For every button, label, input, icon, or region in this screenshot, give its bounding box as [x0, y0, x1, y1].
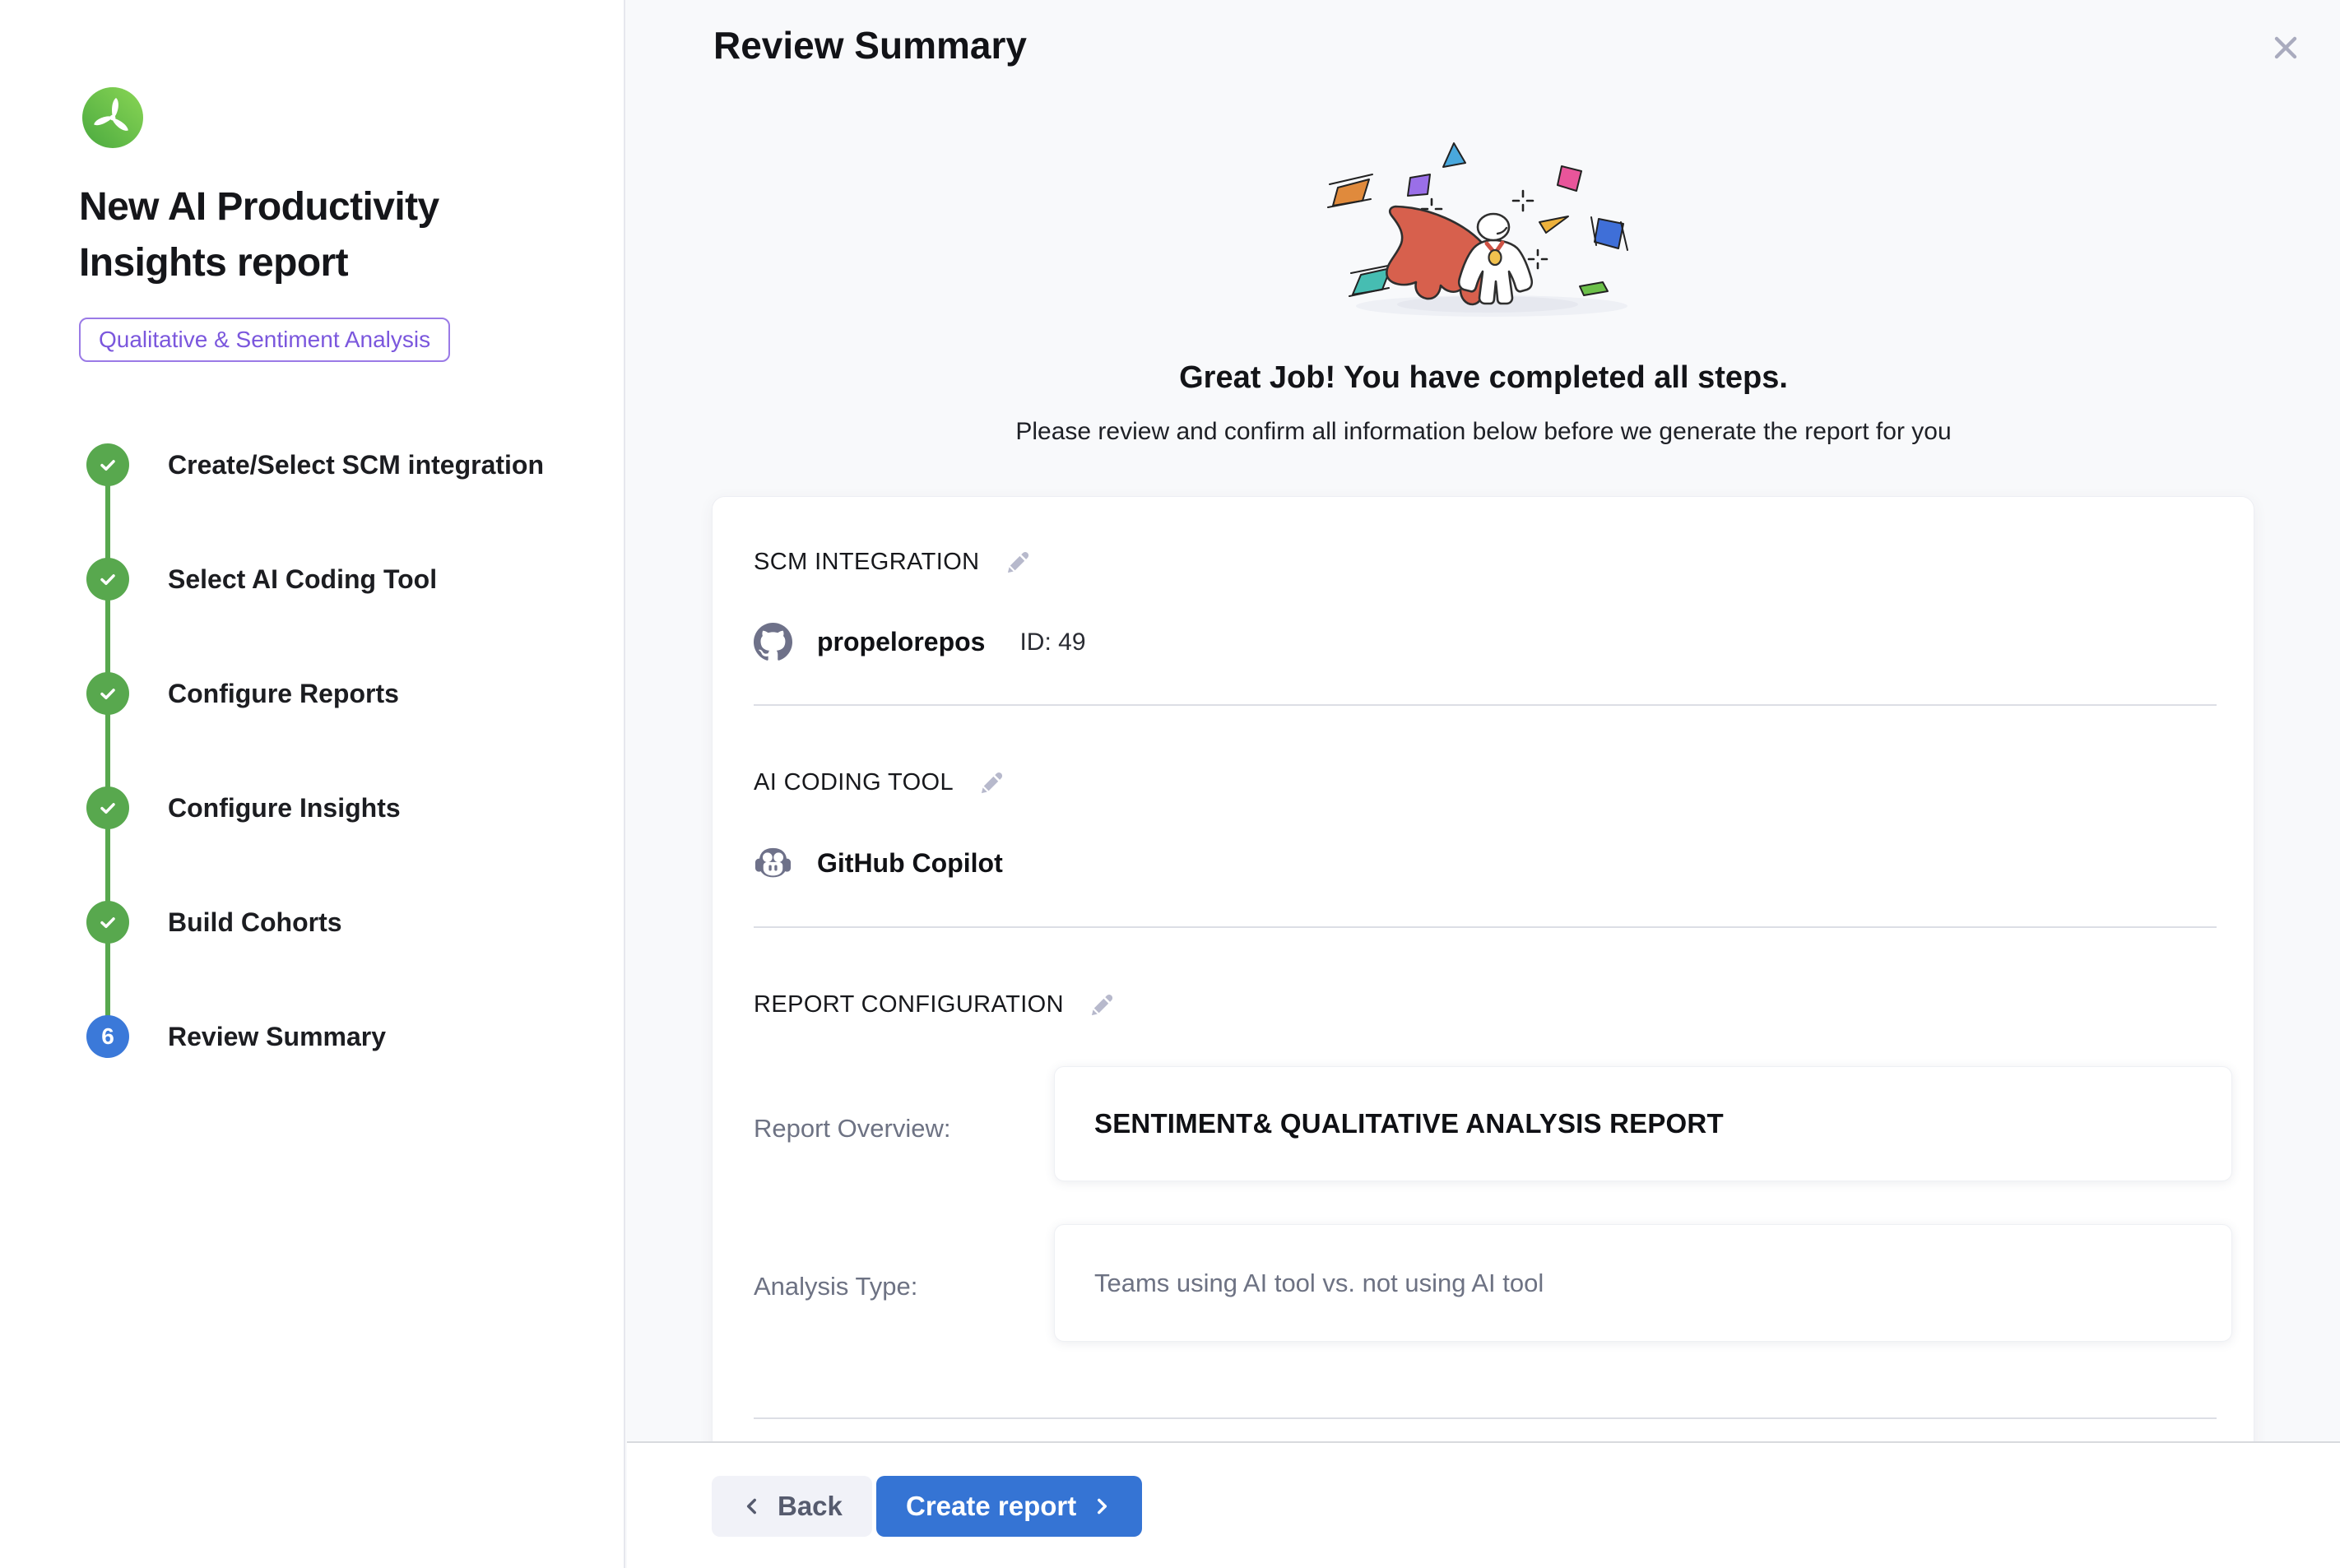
analysis-type-value-box: Teams using AI tool vs. not using AI too…	[1054, 1224, 2232, 1342]
step-label: Create/Select SCM integration	[168, 450, 544, 480]
step-label: Configure Insights	[168, 793, 401, 823]
back-button[interactable]: Back	[712, 1476, 872, 1537]
divider	[754, 704, 2217, 706]
wizard-footer: Back Create report	[627, 1441, 2340, 1568]
step-ai-coding-tool[interactable]: Select AI Coding Tool	[86, 558, 437, 601]
propeller-logo-icon	[82, 87, 143, 148]
step-label: Configure Reports	[168, 679, 399, 709]
create-report-button-label: Create report	[906, 1491, 1076, 1522]
report-overview-value: SENTIMENT& QUALITATIVE ANALYSIS REPORT	[1094, 1108, 1724, 1139]
ai-coding-tool-name: GitHub Copilot	[817, 848, 1003, 879]
page-title: Review Summary	[713, 23, 1027, 67]
review-summary-panel: Review Summary	[627, 0, 2340, 1568]
edit-pencil-icon[interactable]	[1005, 548, 1033, 576]
edit-pencil-icon[interactable]	[1089, 990, 1117, 1018]
congrats-heading: Great Job! You have completed all steps.	[627, 360, 2340, 396]
analysis-type-label: Analysis Type:	[754, 1272, 917, 1301]
step-done-check-icon	[86, 672, 129, 715]
scm-integration-name: propelorepos	[817, 627, 985, 657]
step-number: 6	[101, 1023, 114, 1050]
congrats-subtext: Please review and confirm all informatio…	[627, 418, 2340, 446]
scm-integration-section-header: SCM INTEGRATION	[754, 548, 1033, 576]
create-report-button[interactable]: Create report	[876, 1476, 1142, 1537]
report-configuration-section-header: REPORT CONFIGURATION	[754, 990, 1117, 1018]
step-build-cohorts[interactable]: Build Cohorts	[86, 901, 342, 944]
chevron-right-icon	[1091, 1496, 1112, 1517]
celebration-illustration	[1290, 120, 1677, 334]
github-icon	[754, 623, 792, 661]
report-type-badge: Qualitative & Sentiment Analysis	[79, 318, 450, 362]
divider	[754, 1417, 2217, 1419]
step-done-check-icon	[86, 901, 129, 944]
report-overview-value-box: SENTIMENT& QUALITATIVE ANALYSIS REPORT	[1054, 1066, 2232, 1181]
ai-coding-tool-section-header: AI CODING TOOL	[754, 768, 1006, 796]
step-configure-insights[interactable]: Configure Insights	[86, 786, 401, 829]
step-configure-reports[interactable]: Configure Reports	[86, 672, 399, 715]
step-done-check-icon	[86, 558, 129, 601]
step-number-badge: 6	[86, 1015, 129, 1058]
scm-integration-id: ID: 49	[1019, 629, 1085, 656]
close-icon[interactable]	[2268, 30, 2304, 66]
report-overview-label: Report Overview:	[754, 1114, 950, 1144]
ai-coding-tool-row: GitHub Copilot	[754, 844, 1003, 883]
stepper-connector	[105, 465, 110, 1037]
edit-pencil-icon[interactable]	[978, 768, 1006, 796]
back-button-label: Back	[778, 1491, 843, 1522]
step-scm-integration[interactable]: Create/Select SCM integration	[86, 443, 544, 486]
summary-card: SCM INTEGRATION propelorepos ID: 49	[712, 496, 2254, 1475]
report-title: New AI Productivity Insights report	[79, 179, 540, 291]
step-label: Build Cohorts	[168, 907, 342, 938]
step-label: Select AI Coding Tool	[168, 564, 437, 595]
analysis-type-value: Teams using AI tool vs. not using AI too…	[1094, 1269, 1544, 1298]
wizard-sidebar: New AI Productivity Insights report Qual…	[0, 0, 625, 1568]
scm-integration-label: SCM INTEGRATION	[754, 549, 980, 576]
github-copilot-icon	[754, 844, 792, 883]
new-report-wizard: New AI Productivity Insights report Qual…	[0, 0, 2340, 1568]
ai-coding-tool-label: AI CODING TOOL	[754, 769, 954, 796]
chevron-left-icon	[741, 1496, 763, 1517]
step-done-check-icon	[86, 443, 129, 486]
step-done-check-icon	[86, 786, 129, 829]
scm-integration-row: propelorepos ID: 49	[754, 623, 1086, 661]
step-label: Review Summary	[168, 1022, 386, 1052]
step-review-summary[interactable]: 6 Review Summary	[86, 1015, 386, 1058]
divider	[754, 926, 2217, 928]
report-configuration-label: REPORT CONFIGURATION	[754, 991, 1064, 1018]
